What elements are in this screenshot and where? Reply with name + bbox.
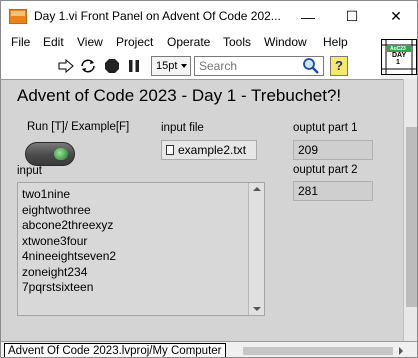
minimize-button[interactable]: — bbox=[286, 1, 330, 32]
input-line: two1nine bbox=[22, 187, 71, 201]
horizontal-scroll-thumb[interactable] bbox=[243, 347, 393, 355]
font-size-value: 15pt bbox=[156, 60, 178, 72]
abort-icon bbox=[105, 59, 119, 73]
menu-file[interactable]: File bbox=[11, 35, 30, 49]
labview-window: Day 1.vi Front Panel on Advent Of Code 2… bbox=[0, 0, 418, 358]
input-line: zoneight234 bbox=[22, 264, 88, 279]
input-label: input bbox=[17, 165, 42, 177]
minimize-icon: — bbox=[301, 8, 315, 25]
input-string-control[interactable]: two1nine eightwothree abcone2threexyz xt… bbox=[17, 182, 265, 316]
output-part2-label: ouptut part 2 bbox=[293, 164, 358, 176]
menu-edit[interactable]: Edit bbox=[43, 35, 64, 49]
input-file-label: input file bbox=[161, 122, 204, 134]
output-part1-label: ouptut part 1 bbox=[293, 122, 358, 134]
menu-tools[interactable]: Tools bbox=[223, 35, 251, 49]
panel-title: Advent of Code 2023 - Day 1 - Trebuchet?… bbox=[17, 86, 342, 105]
menu-view[interactable]: View bbox=[77, 35, 103, 49]
input-text[interactable]: two1nine eightwothree abcone2threexyz xt… bbox=[22, 187, 247, 296]
pause-button[interactable] bbox=[124, 56, 144, 76]
input-file-path[interactable]: example2.txt bbox=[161, 140, 257, 160]
panel-vertical-scrollbar[interactable] bbox=[403, 79, 417, 341]
close-button[interactable]: ✕ bbox=[374, 1, 417, 32]
title-bar[interactable]: Day 1.vi Front Panel on Advent Of Code 2… bbox=[1, 1, 417, 32]
chevron-down-icon bbox=[181, 64, 187, 68]
input-line: abcone2threexyz bbox=[22, 218, 114, 232]
close-icon: ✕ bbox=[390, 8, 402, 24]
menu-help[interactable]: Help bbox=[323, 35, 348, 49]
scroll-up-icon[interactable] bbox=[253, 187, 261, 191]
run-arrow-icon bbox=[58, 59, 74, 73]
maximize-button[interactable]: ☐ bbox=[330, 1, 374, 32]
vi-icon-label-3: 1 bbox=[396, 59, 400, 66]
project-path[interactable]: Advent Of Code 2023.lvproj/My Computer bbox=[4, 343, 226, 357]
output-part2-value: 281 bbox=[298, 184, 319, 198]
pause-icon bbox=[129, 60, 139, 72]
input-line: 7pqrstsixteen bbox=[22, 280, 94, 294]
status-bar: Advent Of Code 2023.lvproj/My Computer bbox=[1, 341, 417, 357]
menu-bar: File Edit View Project Operate Tools Win… bbox=[1, 32, 417, 52]
input-line: xtwone3four bbox=[22, 233, 88, 248]
vertical-scroll-thumb[interactable] bbox=[406, 127, 417, 307]
window-title: Day 1.vi Front Panel on Advent Of Code 2… bbox=[34, 9, 281, 23]
menu-project[interactable]: Project bbox=[116, 35, 153, 49]
abort-button[interactable] bbox=[102, 56, 122, 76]
menu-operate[interactable]: Operate bbox=[167, 35, 210, 49]
search-icon[interactable] bbox=[300, 57, 322, 75]
input-line: 4nineeightseven2 bbox=[22, 249, 117, 263]
menu-window[interactable]: Window bbox=[264, 35, 307, 49]
help-button[interactable]: ? bbox=[330, 56, 348, 76]
panel-horizontal-scrollbar[interactable] bbox=[237, 345, 403, 357]
run-continuously-icon bbox=[81, 59, 95, 73]
scroll-down-icon[interactable] bbox=[253, 307, 261, 311]
output-part2-indicator: 281 bbox=[293, 181, 373, 201]
run-toggle-switch[interactable] bbox=[25, 142, 75, 166]
led-indicator-icon bbox=[54, 148, 68, 160]
run-toggle-label: Run [T]/ Example[F] bbox=[27, 121, 130, 133]
run-button[interactable] bbox=[56, 56, 76, 76]
input-line: eightwothree bbox=[22, 202, 91, 217]
front-panel: Advent of Code 2023 - Day 1 - Trebuchet?… bbox=[1, 79, 403, 341]
vi-icon-label-2: DAY bbox=[392, 52, 407, 59]
toolbar: 15pt ? bbox=[1, 52, 381, 79]
input-scrollbar[interactable] bbox=[248, 183, 264, 315]
file-browse-icon[interactable] bbox=[166, 145, 174, 155]
labview-app-icon bbox=[9, 9, 27, 24]
scroll-right-icon[interactable] bbox=[399, 347, 403, 355]
font-size-select[interactable]: 15pt bbox=[151, 56, 191, 76]
output-part1-indicator: 209 bbox=[293, 140, 373, 160]
help-icon: ? bbox=[335, 58, 343, 73]
vi-icon[interactable]: AoC23 DAY 1 bbox=[381, 39, 417, 75]
input-file-value: example2.txt bbox=[178, 143, 247, 157]
output-part1-value: 209 bbox=[298, 143, 319, 157]
run-continuously-button[interactable] bbox=[78, 56, 98, 76]
maximize-icon: ☐ bbox=[345, 8, 359, 24]
